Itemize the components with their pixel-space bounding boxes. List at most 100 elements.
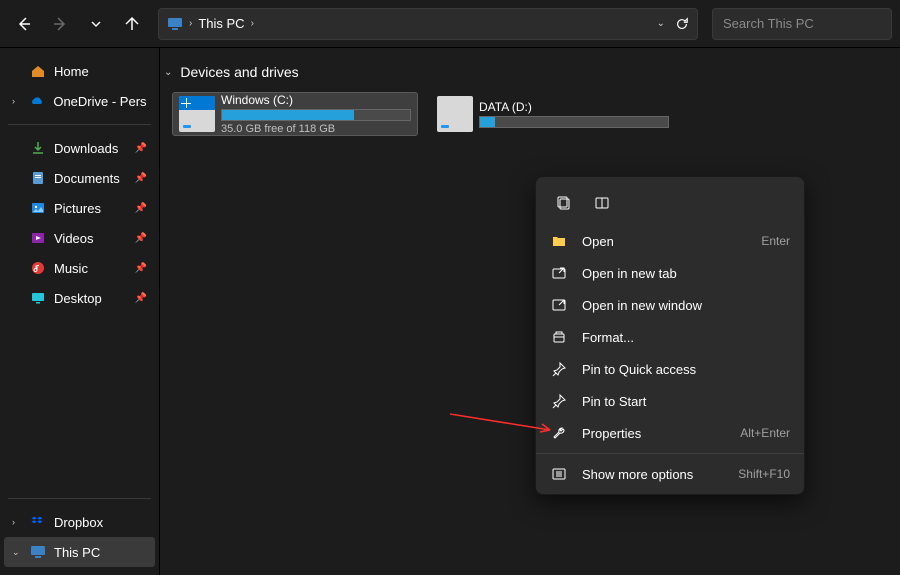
ctx-label: Open [582,234,614,249]
chevron-down-icon [90,18,102,30]
breadcrumb[interactable]: This PC [198,16,244,31]
sidebar-item-label: OneDrive - Perso [53,94,147,109]
sidebar-item-music[interactable]: Music 📌 [4,253,155,283]
drive-icon [437,96,473,132]
sidebar-item-label: Pictures [54,201,101,216]
pin-icon: 📌 [135,203,147,214]
pin-icon: 📌 [135,143,147,154]
ctx-label: Properties [582,426,641,441]
ctx-item-pin-to-quick-access[interactable]: Pin to Quick access [536,353,804,385]
sidebar-item-this-pc[interactable]: ⌄ This PC [4,537,155,567]
newwin-icon [550,297,568,313]
ctx-item-open-in-new-window[interactable]: Open in new window [536,289,804,321]
ctx-item-open-in-new-tab[interactable]: Open in new tab [536,257,804,289]
divider [8,498,151,499]
rename-button[interactable] [588,189,616,217]
divider [8,124,151,125]
sidebar-item-label: This PC [54,545,100,560]
toolbar: › This PC › ⌄ Search This PC [0,0,900,48]
sidebar-item-documents[interactable]: Documents 📌 [4,163,155,193]
rename-icon [593,194,611,212]
document-icon [30,170,46,186]
refresh-button[interactable] [675,17,689,31]
search-placeholder: Search This PC [723,16,814,31]
ctx-label: Format... [582,330,634,345]
videos-icon [30,230,46,246]
more-icon [550,466,568,482]
sidebar-item-label: Videos [54,231,94,246]
chevron-right-icon: › [189,18,192,29]
chevron-right-icon[interactable]: › [12,96,21,106]
sidebar-item-home[interactable]: Home [4,56,155,86]
ctx-shortcut: Shift+F10 [738,467,790,481]
recent-dropdown[interactable] [80,8,112,40]
ctx-item-pin-to-start[interactable]: Pin to Start [536,385,804,417]
drive-free-text: 35.0 GB free of 118 GB [221,123,411,135]
drive-c[interactable]: Windows (C:) 35.0 GB free of 118 GB [172,92,418,136]
monitor-icon [167,16,183,32]
copy-icon [555,194,573,212]
search-input[interactable]: Search This PC [712,8,892,40]
dropbox-icon [30,514,46,530]
download-icon [30,140,46,156]
ctx-label: Pin to Start [582,394,646,409]
sidebar-item-videos[interactable]: Videos 📌 [4,223,155,253]
context-menu: OpenEnter Open in new tab Open in new wind… [535,176,805,495]
arrow-left-icon [16,16,32,32]
chevron-right-icon[interactable]: › [12,517,22,527]
pin-icon [550,393,568,409]
storage-bar [479,116,669,128]
sidebar-item-downloads[interactable]: Downloads 📌 [4,133,155,163]
section-header[interactable]: ⌄ Devices and drives [160,58,900,86]
pin-icon [550,361,568,377]
chevron-down-icon[interactable]: ⌄ [657,18,665,29]
desktop-icon [30,290,46,306]
arrow-right-icon [52,16,68,32]
pin-icon: 📌 [135,263,147,274]
ctx-label: Open in new tab [582,266,677,281]
folder-icon [550,233,568,249]
sidebar-item-dropbox[interactable]: › Dropbox [4,507,155,537]
sidebar-item-label: Home [54,64,89,79]
chevron-down-icon[interactable]: ⌄ [12,547,22,558]
drive-d[interactable]: DATA (D:) [430,92,676,136]
ctx-item-format[interactable]: Format... [536,321,804,353]
storage-bar [221,109,411,121]
arrow-up-icon [124,16,140,32]
back-button[interactable] [8,8,40,40]
refresh-icon [675,17,689,31]
home-icon [30,63,46,79]
format-icon [550,329,568,345]
ctx-label: Show more options [582,467,693,482]
section-title: Devices and drives [180,64,298,80]
content-area: ⌄ Devices and drives Windows (C:) 35.0 G… [160,48,900,575]
ctx-item-open[interactable]: OpenEnter [536,225,804,257]
ctx-label: Open in new window [582,298,702,313]
ctx-show-more[interactable]: Show more options Shift+F10 [536,458,804,490]
address-bar[interactable]: › This PC › ⌄ [158,8,698,40]
sidebar-item-onedrive[interactable]: › OneDrive - Perso [4,86,155,116]
drive-name: Windows (C:) [221,93,411,107]
ctx-label: Pin to Quick access [582,362,696,377]
pin-icon: 📌 [135,293,147,304]
sidebar-item-label: Desktop [54,291,102,306]
drive-icon [179,96,215,132]
pictures-icon [30,200,46,216]
drive-name: DATA (D:) [479,100,669,114]
wrench-icon [550,425,568,441]
sidebar-item-label: Music [54,261,88,276]
music-icon [30,260,46,276]
pin-icon: 📌 [135,173,147,184]
sidebar-item-desktop[interactable]: Desktop 📌 [4,283,155,313]
newtab-icon [550,265,568,281]
up-button[interactable] [116,8,148,40]
monitor-icon [30,544,46,560]
copy-button[interactable] [550,189,578,217]
pin-icon: 📌 [135,233,147,244]
divider [536,453,804,454]
sidebar-item-label: Documents [54,171,120,186]
sidebar-item-pictures[interactable]: Pictures 📌 [4,193,155,223]
forward-button[interactable] [44,8,76,40]
ctx-item-properties[interactable]: PropertiesAlt+Enter [536,417,804,449]
chevron-down-icon: ⌄ [164,67,172,78]
